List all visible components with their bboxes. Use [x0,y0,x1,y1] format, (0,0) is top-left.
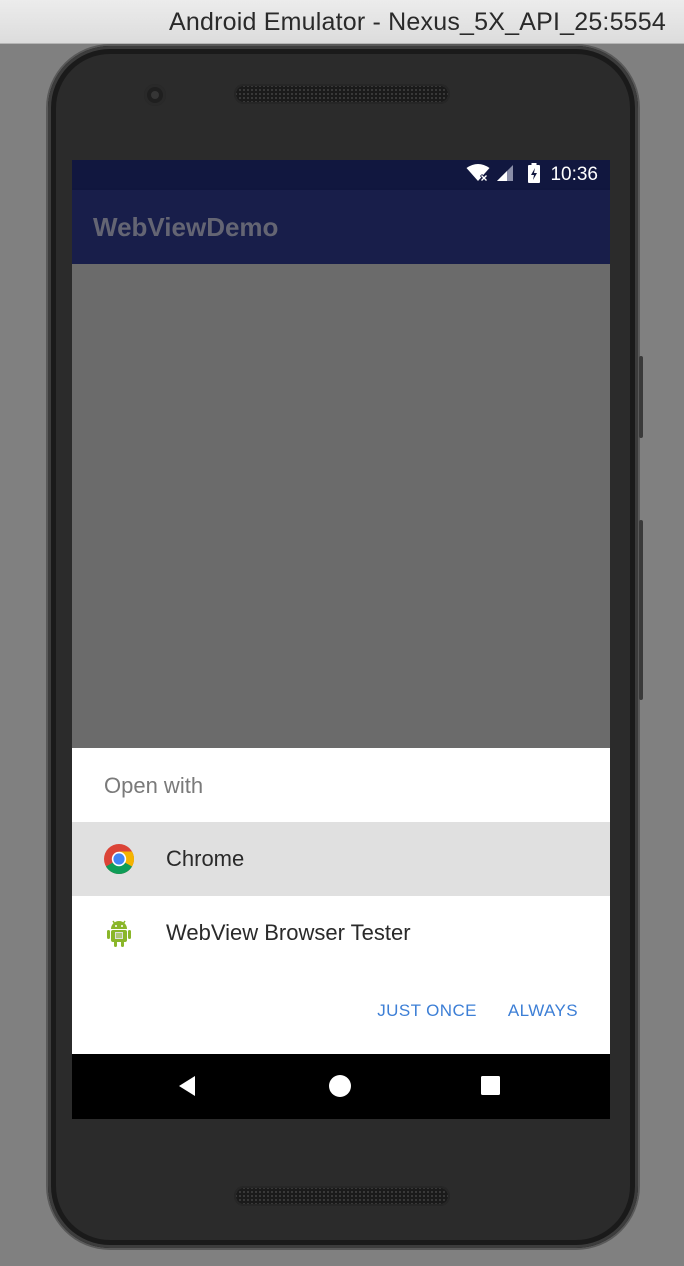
bottom-speaker [234,1186,450,1206]
chooser-item-webview-browser-tester[interactable]: WebView Browser Tester [72,896,610,970]
status-icons [466,162,540,188]
emulator-window: Android Emulator - Nexus_5X_API_25:5554 [0,0,684,1266]
back-icon[interactable] [175,1073,201,1099]
android-icon [103,917,135,949]
just-once-button[interactable]: JUST ONCE [377,1001,477,1021]
phone-frame: 10:36 WebViewDemo Open with Chrome WebVi… [48,46,643,1248]
home-icon[interactable] [327,1073,353,1099]
chooser-item-label: WebView Browser Tester [166,920,411,945]
wifi-icon [466,163,490,187]
dialog-actions: JUST ONCE ALWAYS [377,1001,578,1021]
navigation-bar [72,1054,610,1119]
chooser-item-label: Chrome [166,846,245,871]
status-bar: 10:36 [72,160,610,190]
webview-area-dimmed [72,264,610,748]
chooser-item-chrome[interactable]: Chrome [72,822,610,896]
chrome-icon [103,843,135,875]
window-titlebar[interactable]: Android Emulator - Nexus_5X_API_25:5554 [0,0,684,44]
battery-charging-icon [528,162,540,188]
front-camera [144,84,166,106]
signal-icon [496,164,514,187]
status-time: 10:36 [550,164,598,185]
app-bar: WebViewDemo [72,190,610,264]
recents-icon[interactable] [478,1073,504,1099]
power-button[interactable] [639,520,643,700]
window-title: Android Emulator - Nexus_5X_API_25:5554 [169,8,666,36]
top-speaker [234,84,450,104]
app-title: WebViewDemo [93,212,279,242]
device-screen: 10:36 WebViewDemo Open with Chrome WebVi… [72,160,610,1119]
open-with-dialog: Open with Chrome WebView Browser Tester … [72,748,610,1054]
volume-button[interactable] [639,356,643,438]
always-button[interactable]: ALWAYS [508,1001,578,1021]
dialog-title: Open with [104,773,204,798]
